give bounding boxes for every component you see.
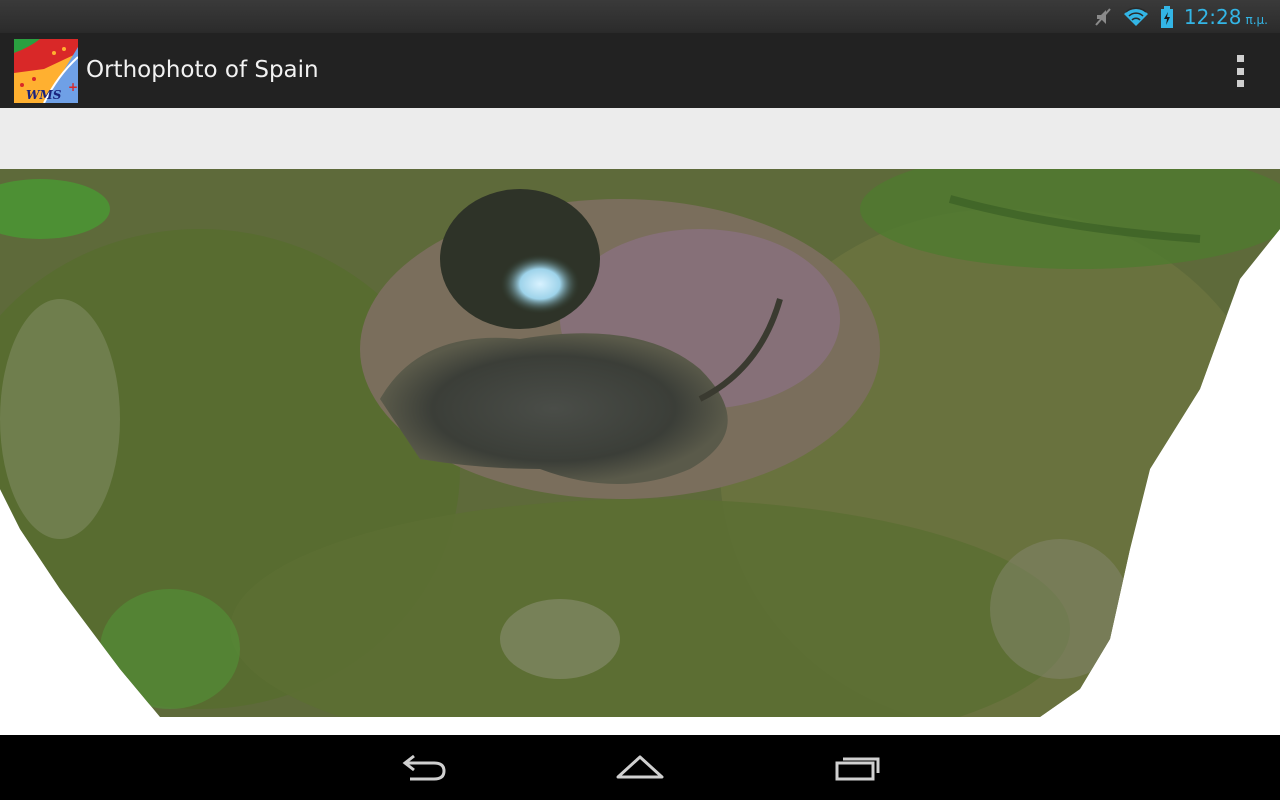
status-bar: 12:28 π.μ. <box>0 0 1280 33</box>
svg-text:+: + <box>68 80 78 94</box>
clock-ampm: π.μ. <box>1245 12 1269 27</box>
home-icon[interactable] <box>600 745 680 791</box>
muted-icon <box>1095 7 1111 26</box>
app-title: Orthophoto of Spain <box>86 57 319 83</box>
map-view[interactable] <box>0 169 1280 735</box>
app-icon[interactable]: WMS + <box>14 39 78 103</box>
toolbar-band <box>0 108 1280 169</box>
wifi-icon <box>1123 7 1148 26</box>
overflow-menu-icon[interactable] <box>1228 55 1252 87</box>
action-bar: WMS + Orthophoto of Spain <box>0 33 1280 108</box>
clock-time: 12:28 <box>1183 4 1242 29</box>
satellite-orthophoto[interactable] <box>0 169 1280 735</box>
status-icons: 12:28 π.μ. <box>1094 0 1268 33</box>
recent-apps-icon[interactable] <box>818 745 898 791</box>
app-icon-label: WMS <box>26 88 62 102</box>
navigation-bar <box>0 735 1280 800</box>
clock: 12:28 π.μ. <box>1184 5 1268 29</box>
battery-charging-icon <box>1160 5 1173 28</box>
back-icon[interactable] <box>384 745 464 791</box>
